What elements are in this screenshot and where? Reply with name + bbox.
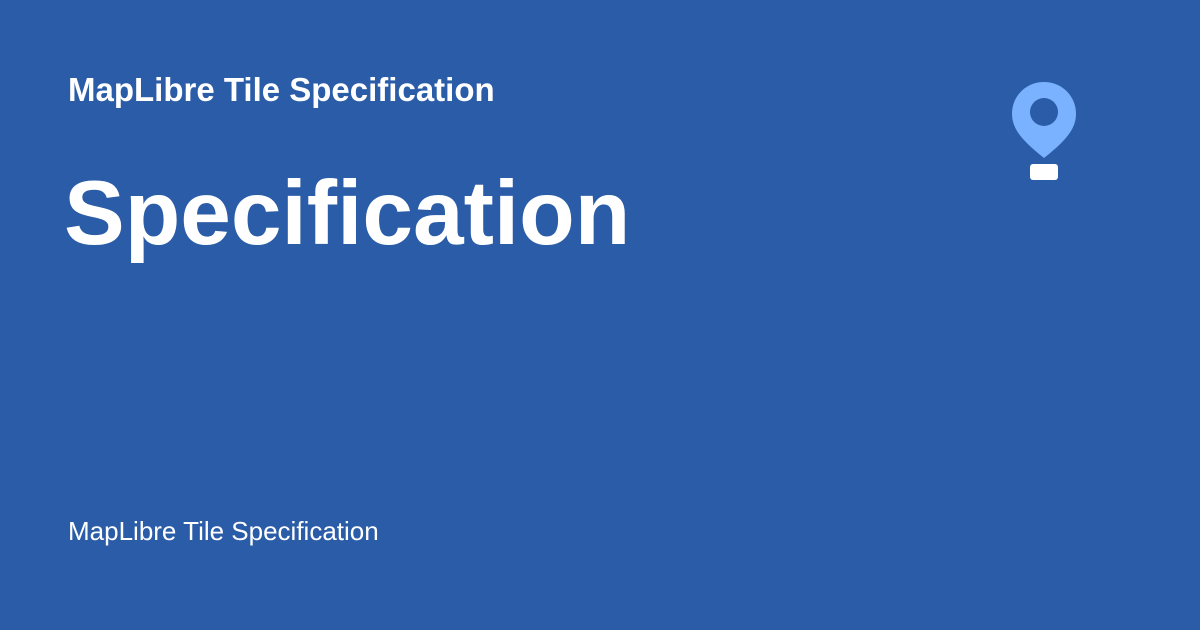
social-card: MapLibre Tile Specification Specificatio… <box>0 0 1200 630</box>
site-name: MapLibre Tile Specification <box>68 71 495 108</box>
page-title: Specification <box>64 163 631 264</box>
map-pin-icon-graphic <box>1012 82 1076 180</box>
footer-site-name: MapLibre Tile Specification <box>68 516 379 546</box>
map-pin-icon <box>1010 80 1078 184</box>
